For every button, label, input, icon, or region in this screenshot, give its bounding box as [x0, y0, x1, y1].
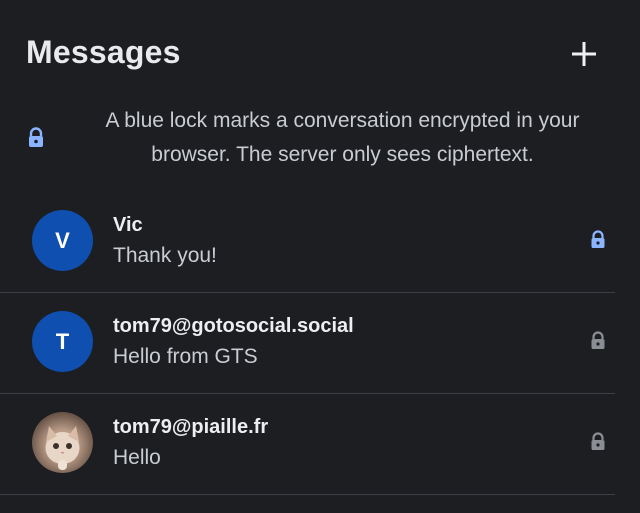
avatar: T [32, 311, 93, 372]
plus-icon [572, 42, 596, 66]
conversation-preview: Hello [113, 446, 161, 469]
lock-icon [589, 432, 607, 457]
avatar: V [32, 210, 93, 271]
cat-photo-avatar [45, 426, 80, 470]
lock-icon [589, 331, 607, 356]
app-header: Messages [0, 0, 640, 100]
conversation-preview: Hello from GTS [113, 345, 258, 368]
page-title: Messages [26, 34, 181, 70]
conversation-name: tom79@piaille.fr [113, 416, 269, 438]
encryption-notice-text: A blue lock marks a conversation encrypt… [105, 109, 580, 166]
conversation-name: tom79@gotosocial.social [113, 315, 354, 337]
lock-icon [26, 127, 46, 154]
conversation-preview: Thank you! [113, 244, 217, 267]
conversation-row-vic[interactable]: V Vic Thank you! [0, 192, 615, 293]
conversation-name: Vic [113, 214, 143, 236]
new-conversation-button[interactable] [566, 36, 602, 72]
avatar [32, 412, 93, 473]
lock-icon [589, 230, 607, 255]
conversation-list: V Vic Thank you! T tom79@gotosocial.soci… [0, 192, 640, 495]
conversation-row-gotosocial[interactable]: T tom79@gotosocial.social Hello from GTS [0, 293, 615, 394]
conversation-row-piaille[interactable]: tom79@piaille.fr Hello [0, 394, 615, 495]
